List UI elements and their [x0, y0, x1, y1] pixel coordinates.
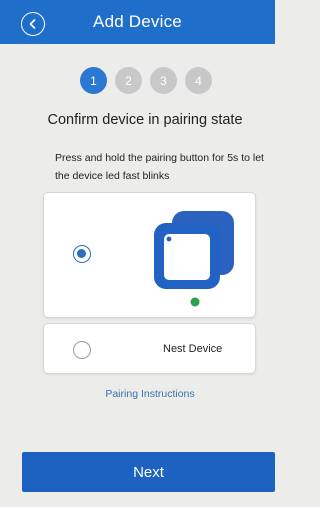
radio-unselected[interactable] — [73, 341, 91, 359]
step-indicator: 1 2 3 4 — [80, 67, 220, 95]
step-1: 1 — [80, 67, 107, 94]
header-bar: Add Device — [0, 0, 275, 44]
next-button[interactable]: Next — [22, 452, 275, 492]
step-2: 2 — [115, 67, 142, 94]
step-4: 4 — [185, 67, 212, 94]
radio-selected[interactable] — [73, 245, 91, 263]
option-card-nest-device[interactable]: Nest Device — [43, 323, 256, 374]
option-label: Nest Device — [163, 343, 223, 355]
chevron-left-icon — [29, 19, 36, 29]
section-title: Confirm device in pairing state — [47, 112, 243, 128]
pairing-instructions-link[interactable]: Pairing Instructions — [0, 388, 300, 400]
option-card-pairing-led[interactable] — [43, 192, 256, 318]
instruction-text: Press and hold the pairing button for 5s… — [55, 152, 264, 182]
page-title: Add Device — [93, 12, 182, 31]
device-led-icon — [154, 211, 234, 307]
step-3: 3 — [150, 67, 177, 94]
back-button[interactable] — [21, 12, 45, 36]
